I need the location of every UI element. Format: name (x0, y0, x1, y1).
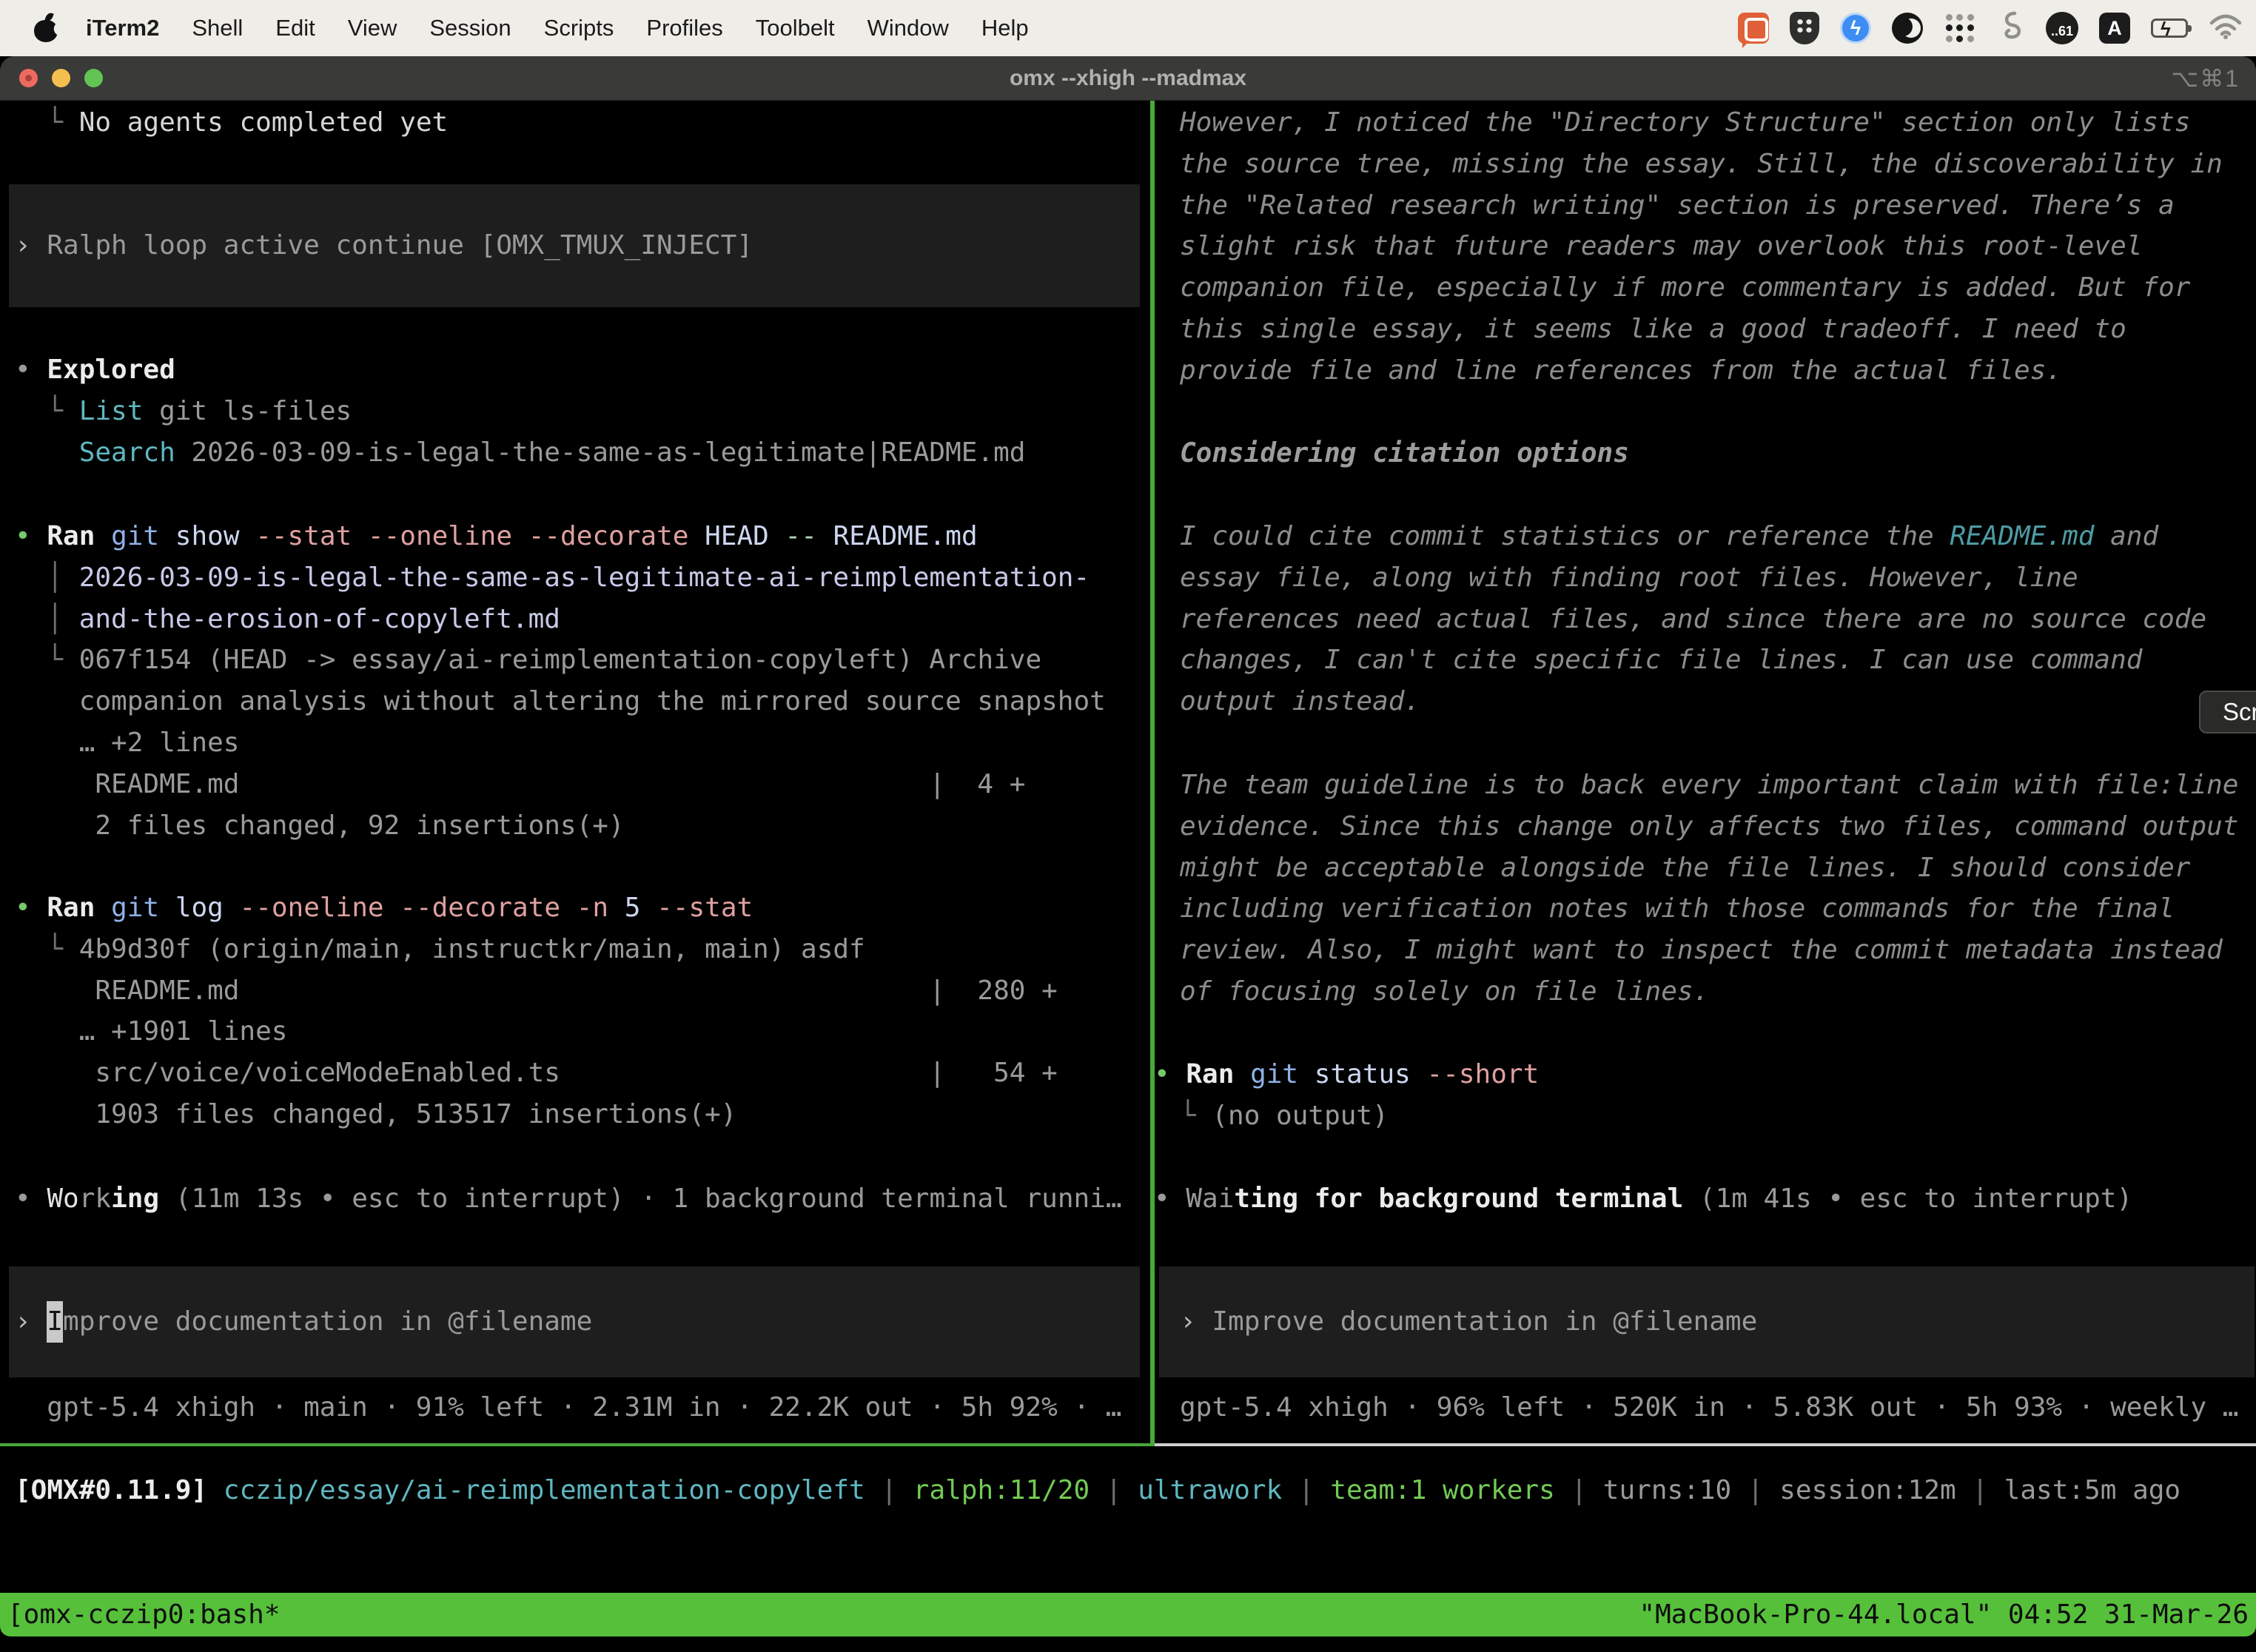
wifi-icon[interactable] (2209, 13, 2243, 44)
prompt-chevron: › (1180, 1301, 1212, 1343)
menu-status-icons: ϟ ..61 A ϟ (1738, 0, 2243, 56)
terminal-line: companion file, especially if more comme… (1180, 267, 2256, 309)
terminal-line: I could cite commit statistics or refere… (1180, 516, 2256, 557)
screen-share-chip[interactable]: Scre (2199, 691, 2256, 733)
menu-item-window[interactable]: Window (867, 15, 949, 41)
terminal-line: │ and-the-erosion-of-copyleft.md (15, 599, 1150, 640)
apple-menu-icon[interactable] (34, 14, 58, 42)
terminal-line: • Ran git show --stat --oneline --decora… (15, 516, 1150, 557)
omx-ralph-counter: ralph:11/20 (913, 1475, 1090, 1505)
terminal-line: Search 2026-03-09-is-legal-the-same-as-l… (15, 432, 1150, 474)
omx-last-activity: last:5m ago (2004, 1475, 2181, 1505)
tmux-status-bar: [omx-cczip0:bash* "MacBook-Pro-44.local"… (0, 1593, 2256, 1636)
terminal-line: The team guideline is to back every impo… (1180, 765, 2256, 806)
chat-app-icon[interactable] (1738, 13, 1769, 44)
prompt-chevron: › (15, 225, 47, 266)
menu-item-edit[interactable]: Edit (275, 15, 315, 41)
input-source-icon[interactable]: A (2099, 13, 2130, 44)
terminal-line: • Ran git status --short (1180, 1054, 2256, 1095)
prompt-chevron: › (15, 1301, 47, 1343)
count-badge-icon[interactable]: ..61 (2046, 12, 2078, 44)
shield-grid-icon[interactable] (1790, 12, 1819, 44)
menu-bar: iTerm2 Shell Edit View Session Scripts Profile… (0, 0, 2256, 56)
terminal-line: src/voice/voiceModeEnabled.ts | 54 + (15, 1052, 1150, 1094)
omx-version-badge: [OMX#0.11.9] (15, 1475, 207, 1505)
terminal-line: │ 2026-03-09-is-legal-the-same-as-legiti… (15, 557, 1150, 599)
omx-turns: turns:10 (1603, 1475, 1731, 1505)
menu-item-profiles[interactable]: Profiles (646, 15, 722, 41)
left-injected-prompt-text: Ralph loop active continue [OMX_TMUX_INJ… (47, 225, 753, 266)
terminal-line: essay file, along with finding root file… (1180, 557, 2256, 599)
omx-team-workers: team:1 workers (1330, 1475, 1554, 1505)
terminal-line: the source tree, missing the essay. Stil… (1180, 144, 2256, 185)
terminal-line: slight risk that future readers may over… (1180, 226, 2256, 267)
terminal-line: └ 067f154 (HEAD -> essay/ai-reimplementa… (15, 639, 1150, 681)
menu-items: iTerm2 Shell Edit View Session Scripts Profile… (86, 15, 1029, 41)
squiggle-icon[interactable] (1997, 10, 2025, 47)
terminal-line: including verification notes with those … (1180, 888, 2256, 930)
terminal-line: provide file and line references from th… (1180, 350, 2256, 392)
right-model-statusline: gpt-5.4 xhigh · 96% left · 520K in · 5.8… (1180, 1387, 2256, 1428)
terminal-line: changes, I can't cite specific file line… (1180, 639, 2256, 681)
iterm-window: omx --xhigh --madmax ⌥⌘1 └ No agents com… (0, 56, 2256, 1636)
menu-item-view[interactable]: View (348, 15, 397, 41)
terminal-line: • Ran git log --oneline --decorate -n 5 … (15, 887, 1150, 929)
terminal-line: this single essay, it seems like a good … (1180, 309, 2256, 350)
menu-item-help[interactable]: Help (981, 15, 1029, 41)
terminal-line: the "Related research writing" section i… (1180, 185, 2256, 226)
battery-icon[interactable]: ϟ (2151, 19, 2188, 38)
left-input-placeholder: mprove documentation in @filename (63, 1301, 592, 1343)
dot-grid-icon[interactable] (1944, 12, 1976, 44)
tmux-host-clock: "MacBook-Pro-44.local" 04:52 31-Mar-26 (1639, 1594, 2249, 1636)
terminal-line: output instead. (1180, 681, 2256, 722)
terminal-line: └ List git ls-files (15, 391, 1150, 432)
terminal-line: … +2 lines (15, 722, 1150, 764)
terminal-line: … +1901 lines (15, 1011, 1150, 1052)
tmux-session-window[interactable]: [omx-cczip0:bash* (7, 1594, 280, 1636)
omx-status-bar: [OMX#0.11.9] cczip/essay/ai-reimplementa… (15, 1470, 2181, 1511)
omx-ultrawork-flag: ultrawork (1138, 1475, 1282, 1505)
terminal-line: evidence. Since this change only affects… (1180, 806, 2256, 847)
terminal-line: companion analysis without altering the … (15, 681, 1150, 722)
crescent-icon[interactable] (1892, 13, 1923, 44)
terminal-line: might be acceptable alongside the file l… (1180, 847, 2256, 889)
right-input-placeholder: Improve documentation in @filename (1212, 1301, 1757, 1343)
terminal-line: references need actual files, and since … (1180, 599, 2256, 640)
tmux-left-pane-border (0, 1443, 1150, 1446)
terminal-line: review. Also, I might want to inspect th… (1180, 930, 2256, 971)
terminal-line: 2 files changed, 92 insertions(+) (15, 805, 1150, 847)
right-pane: However, I noticed the "Directory Struct… (1155, 101, 2256, 1446)
menu-item-toolbelt[interactable]: Toolbelt (756, 15, 835, 41)
left-model-statusline: gpt-5.4 xhigh · main · 91% left · 2.31M … (15, 1387, 1150, 1428)
window-titlebar[interactable]: omx --xhigh --madmax ⌥⌘1 (0, 56, 2256, 101)
terminal-line: README.md | 280 + (15, 970, 1150, 1012)
right-input-box[interactable]: › Improve documentation in @filename (1159, 1266, 2255, 1377)
terminal-line: of focusing solely on file lines. (1180, 971, 2256, 1013)
text-cursor: I (47, 1301, 63, 1343)
terminal-line: Considering citation options (1180, 433, 2256, 474)
menu-item-iterm2[interactable]: iTerm2 (86, 15, 159, 41)
terminal-line: • Waiting for background terminal (1m 41… (1180, 1178, 2256, 1220)
menu-item-scripts[interactable]: Scripts (544, 15, 614, 41)
terminal-line: └ 4b9d30f (origin/main, instructkr/main,… (15, 929, 1150, 970)
terminal-line: • Explored (15, 349, 1150, 391)
menu-item-session[interactable]: Session (429, 15, 511, 41)
left-pane: └ No agents completed yet • Explored └ Li… (0, 101, 1150, 1446)
omx-session-time: session:12m (1779, 1475, 1955, 1505)
left-input-box[interactable]: › Improve documentation in @filename (9, 1266, 1140, 1377)
terminal-line: └ (no output) (1180, 1095, 2256, 1137)
terminal-line: However, I noticed the "Directory Struct… (1180, 102, 2256, 144)
window-title: omx --xhigh --madmax (0, 56, 2256, 101)
left-injected-prompt-box[interactable]: › Ralph loop active continue [OMX_TMUX_I… (9, 184, 1140, 307)
menu-item-shell[interactable]: Shell (192, 15, 243, 41)
omx-branch-path: cczip/essay/ai-reimplementation-copyleft (224, 1475, 865, 1505)
terminal-line: └ No agents completed yet (15, 102, 1150, 144)
terminal-line: 1903 files changed, 513517 insertions(+) (15, 1094, 1150, 1135)
terminal-line: • Working (11m 13s • esc to interrupt) ·… (15, 1178, 1150, 1220)
blue-bolt-icon[interactable]: ϟ (1840, 13, 1871, 44)
terminal-line: README.md | 4 + (15, 764, 1150, 805)
terminal-area: └ No agents completed yet • Explored └ Li… (0, 101, 2256, 1636)
window-shortcut-badge: ⌥⌘1 (2171, 56, 2240, 101)
